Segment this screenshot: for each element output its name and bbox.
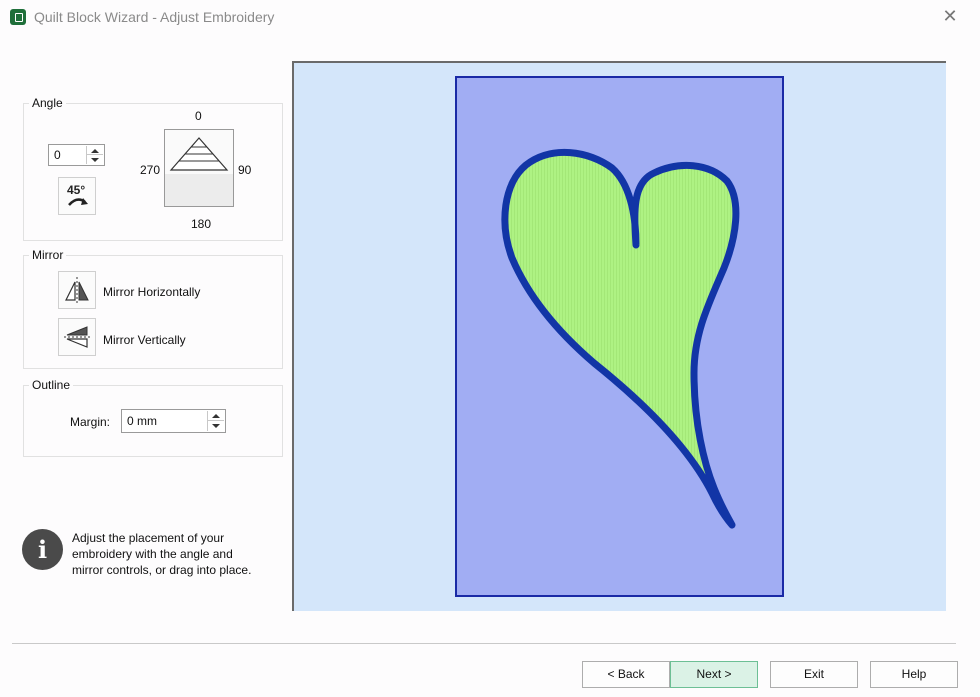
info-text: Adjust the placement of your embroidery … — [72, 530, 287, 578]
angle-group-label: Angle — [29, 96, 66, 110]
title-bar: Quilt Block Wizard - Adjust Embroidery ✕ — [0, 0, 980, 34]
margin-value: 0 mm — [127, 414, 157, 428]
info-line: Adjust the placement of your — [72, 531, 225, 545]
info-icon-glyph: i — [37, 535, 48, 564]
chevron-down-icon — [212, 424, 220, 428]
preview-svg — [455, 76, 784, 597]
margin-spinner[interactable]: 0 mm — [121, 409, 226, 433]
margin-spinner-arrows — [207, 411, 224, 431]
footer-separator — [12, 643, 956, 644]
angle-up-button[interactable] — [87, 146, 103, 155]
chevron-down-icon — [91, 158, 99, 162]
exit-button[interactable]: Exit — [770, 661, 858, 688]
margin-up-button[interactable] — [208, 411, 224, 421]
mirror-horizontal-label: Mirror Horizontally — [103, 285, 201, 299]
rotate-45-text: 45° — [67, 183, 85, 197]
angle-down-button[interactable] — [87, 155, 103, 164]
outline-group-label: Outline — [29, 378, 74, 392]
dial-label-top: 0 — [195, 109, 202, 123]
info-icon: i — [22, 529, 63, 570]
next-button[interactable]: Next > — [670, 661, 758, 688]
mirror-horizontal-icon — [65, 277, 89, 303]
chevron-up-icon — [91, 149, 99, 153]
rotate-45-icon: 45° — [67, 183, 88, 206]
dial-label-bottom: 180 — [191, 217, 212, 231]
angle-dial-icon — [165, 130, 233, 174]
back-button[interactable]: < Back — [582, 661, 670, 688]
mirror-horizontal-button[interactable] — [58, 271, 96, 309]
mirror-vertical-button[interactable] — [58, 318, 96, 356]
margin-down-button[interactable] — [208, 421, 224, 431]
info-line: embroidery with the angle and — [72, 547, 233, 561]
close-icon[interactable]: ✕ — [940, 6, 960, 26]
help-button[interactable]: Help — [870, 661, 958, 688]
rotate-45-button[interactable]: 45° — [58, 177, 96, 215]
angle-value: 0 — [54, 148, 61, 162]
quilt-app-icon — [10, 9, 26, 25]
dial-label-left: 270 — [140, 163, 161, 177]
info-line: mirror controls, or drag into place. — [72, 563, 252, 577]
dial-label-right: 90 — [238, 163, 252, 177]
window-title: Quilt Block Wizard - Adjust Embroidery — [34, 9, 275, 25]
mirror-vertical-label: Mirror Vertically — [103, 333, 186, 347]
mirror-vertical-icon — [64, 326, 90, 348]
angle-spinner-arrows — [86, 146, 103, 164]
angle-dial[interactable] — [164, 129, 234, 207]
margin-label: Margin: — [70, 415, 111, 429]
chevron-up-icon — [212, 414, 220, 418]
mirror-group-label: Mirror — [29, 248, 67, 262]
embroidery-preview-canvas[interactable] — [292, 61, 946, 611]
angle-spinner[interactable]: 0 — [48, 144, 105, 166]
